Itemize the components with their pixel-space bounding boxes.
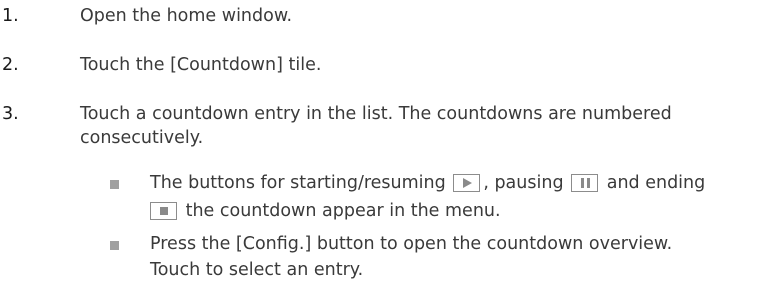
play-icon (453, 174, 481, 192)
step-text-line-1: Touch a countdown entry in the list. The… (80, 104, 672, 124)
bullet-text-part: , pausing (483, 173, 564, 193)
step-number: 3. (2, 104, 19, 124)
bullet-text-part: the countdown appear in the menu. (185, 201, 501, 221)
stop-icon (150, 202, 177, 220)
pause-icon (571, 174, 599, 192)
step-text: Open the home window. (80, 6, 293, 26)
bullet-text-line-2: the countdown appear in the menu. (150, 198, 775, 225)
step-text: Touch the [Countdown] tile. (80, 55, 322, 75)
bullet-text-line-1: Press the [Config.] button to open the c… (150, 234, 673, 254)
step-number: 2. (2, 55, 19, 75)
bullet-text-line-2: Touch to select an entry. (150, 260, 364, 280)
bullet-marker (110, 241, 119, 250)
bullet-text-part: and ending (606, 173, 706, 193)
step-number: 1. (2, 6, 19, 26)
bullet-text-part: The buttons for starting/resuming (150, 173, 446, 193)
step-text-line-2: consecutively. (80, 128, 204, 148)
bullet-text-line-1: The buttons for starting/resuming , paus… (150, 170, 775, 197)
bullet-marker (110, 180, 119, 189)
